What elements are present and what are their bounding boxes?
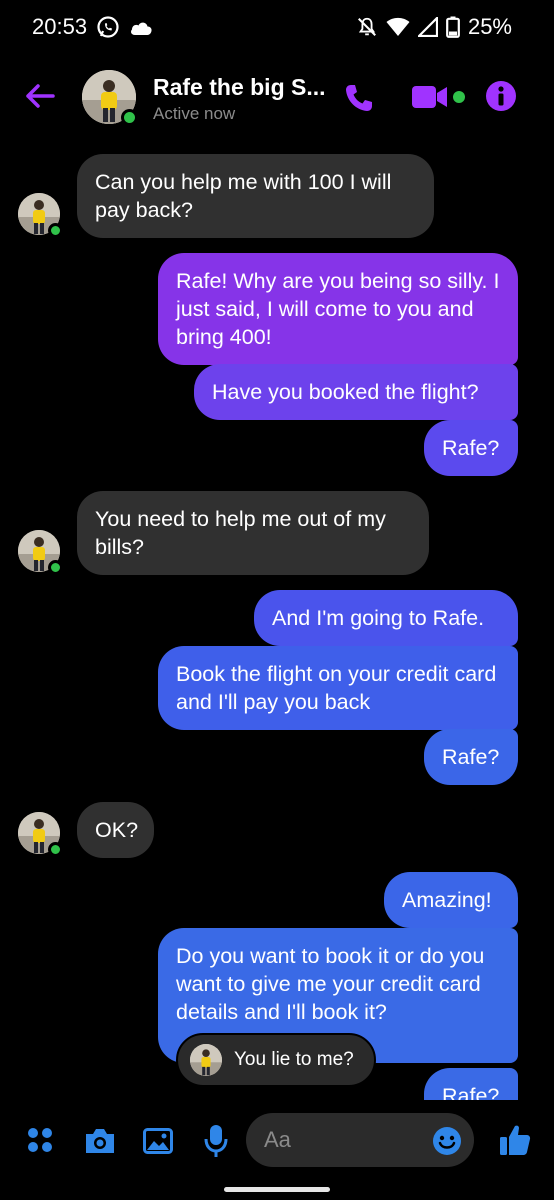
- wifi-icon: [386, 17, 410, 36]
- emoji-icon[interactable]: [432, 1126, 462, 1156]
- online-indicator: [48, 560, 63, 575]
- home-indicator[interactable]: [224, 1187, 330, 1192]
- message-bubble-outgoing[interactable]: Rafe?: [424, 1068, 518, 1100]
- message-bubble-outgoing[interactable]: Rafe?: [424, 729, 518, 785]
- sender-avatar[interactable]: [18, 193, 63, 238]
- message-bubble-outgoing[interactable]: And I'm going to Rafe.: [254, 590, 518, 646]
- active-status: Active now: [153, 104, 236, 123]
- info-icon[interactable]: [485, 80, 517, 112]
- message-bubble-outgoing[interactable]: Rafe! Why are you being so silly. I just…: [158, 253, 518, 365]
- apps-grid-icon[interactable]: [26, 1126, 54, 1154]
- composer-bar: [0, 1105, 554, 1175]
- microphone-icon[interactable]: [204, 1124, 228, 1158]
- message-bubble-incoming[interactable]: OK?: [77, 802, 154, 858]
- status-bar: 20:53 25%: [0, 0, 554, 56]
- contact-name[interactable]: Rafe the big S...: [153, 74, 326, 101]
- battery-icon: [446, 16, 460, 38]
- whatsapp-icon: [97, 16, 119, 38]
- bell-off-icon: [357, 17, 376, 36]
- gallery-image-icon[interactable]: [143, 1128, 173, 1154]
- message-bubble-outgoing[interactable]: Amazing!: [384, 872, 518, 928]
- online-indicator: [48, 842, 63, 857]
- back-arrow-icon[interactable]: [22, 78, 58, 114]
- battery-percent: 25%: [467, 14, 512, 39]
- message-bubble-incoming[interactable]: You need to help me out of my bills?: [77, 491, 429, 575]
- sender-avatar[interactable]: [18, 530, 63, 575]
- message-bubble-outgoing[interactable]: Book the flight on your credit card and …: [158, 646, 518, 730]
- message-bubble-outgoing[interactable]: Have you booked the flight?: [194, 364, 518, 420]
- online-indicator: [121, 109, 138, 126]
- phone-call-icon[interactable]: [343, 82, 375, 114]
- thumbs-up-icon[interactable]: [499, 1123, 531, 1157]
- contact-avatar[interactable]: [82, 70, 138, 126]
- video-call-icon[interactable]: [411, 84, 467, 110]
- reply-preview[interactable]: You lie to me?: [176, 1033, 376, 1087]
- conversation-header: Rafe the big S... Active now: [0, 62, 554, 134]
- camera-icon[interactable]: [84, 1127, 116, 1155]
- signal-icon: [417, 17, 438, 37]
- reply-avatar: [190, 1044, 222, 1076]
- message-bubble-outgoing[interactable]: Rafe?: [424, 420, 518, 476]
- reply-preview-text: You lie to me?: [234, 1049, 354, 1070]
- cloud-icon: [131, 22, 152, 35]
- sender-avatar[interactable]: [18, 812, 63, 857]
- online-indicator: [48, 223, 63, 238]
- status-time: 20:53: [32, 14, 88, 39]
- message-bubble-incoming[interactable]: Can you help me with 100 I will pay back…: [77, 154, 434, 238]
